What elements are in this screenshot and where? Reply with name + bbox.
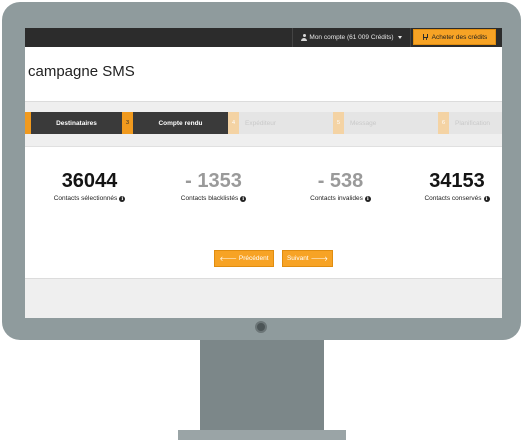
step-label: Expéditeur — [245, 119, 277, 127]
stat-label: Contacts invalides — [310, 195, 363, 202]
stat-label-row: Contacts sélectionnés i — [42, 195, 137, 202]
step-compte-rendu[interactable]: Compte rendu — [133, 112, 228, 134]
monitor-stand — [200, 340, 324, 432]
stats-panel: 36044 Contacts sélectionnés i - 1353 Con… — [25, 146, 502, 241]
stat-label-row: Contacts invalides i — [293, 195, 388, 202]
caret-down-icon — [397, 36, 402, 39]
footer-area — [25, 279, 502, 318]
step-number-3: 3 — [122, 112, 133, 134]
previous-label: Précédent — [238, 255, 269, 262]
step-number-6: 6 — [438, 112, 449, 134]
step-planification[interactable]: Planification — [449, 112, 502, 134]
arrow-right-icon: 🡒 — [310, 255, 329, 263]
buy-credits-button[interactable]: Acheter des crédits — [413, 29, 496, 45]
stat-selected: 36044 Contacts sélectionnés i — [42, 169, 137, 202]
arrow-left-icon: 🡐 — [219, 255, 237, 263]
step-number-5: 5 — [333, 112, 344, 134]
info-icon[interactable]: i — [119, 195, 126, 202]
stat-blacklisted: - 1353 Contacts blacklistés i — [166, 169, 261, 202]
step-label: Planification — [455, 119, 491, 127]
stat-label: Contacts blacklistés — [180, 195, 239, 202]
title-area: campagne SMS — [25, 47, 502, 102]
info-icon[interactable]: i — [240, 195, 247, 202]
cart-icon — [422, 34, 429, 40]
stat-value: - 1353 — [185, 170, 242, 192]
stat-label: Contacts sélectionnés — [53, 195, 118, 202]
stat-kept: 34153 Contacts conservés i — [412, 169, 502, 202]
step-message[interactable]: Message — [344, 112, 438, 134]
account-label: Mon compte (61 009 Crédits) — [309, 34, 394, 41]
top-bar: Mon compte (61 009 Crédits) Acheter des … — [25, 28, 502, 47]
stat-value: 36044 — [61, 170, 118, 192]
next-label: Suivant — [286, 255, 309, 262]
previous-button[interactable]: 🡐 Précédent — [214, 250, 274, 267]
stat-value: 34153 — [429, 170, 485, 192]
steps-wizard: Destinataires 3 Compte rendu 4 Expéditeu… — [25, 112, 502, 134]
step-number-4: 4 — [228, 112, 239, 134]
monitor-screen: Mon compte (61 009 Crédits) Acheter des … — [25, 28, 502, 318]
page-title: campagne SMS — [28, 63, 135, 80]
account-menu[interactable]: Mon compte (61 009 Crédits) — [292, 28, 411, 47]
stat-invalid: - 538 Contacts invalides i — [293, 169, 388, 202]
monitor-base — [178, 430, 346, 440]
stat-label: Contacts conservés — [424, 195, 482, 202]
info-icon[interactable]: i — [483, 195, 490, 202]
step-destinataires[interactable]: Destinataires — [31, 112, 122, 134]
next-button[interactable]: Suivant 🡒 — [282, 250, 333, 267]
step-label: Message — [350, 119, 377, 127]
user-icon — [301, 34, 308, 41]
info-icon[interactable]: i — [364, 195, 371, 202]
stat-label-row: Contacts blacklistés i — [166, 195, 261, 202]
navigation-bar: 🡐 Précédent Suivant 🡒 — [25, 240, 502, 279]
monitor-frame: Mon compte (61 009 Crédits) Acheter des … — [2, 2, 521, 340]
step-label: Compte rendu — [158, 119, 203, 127]
step-label: Destinataires — [56, 119, 97, 127]
power-button-icon — [255, 321, 267, 333]
step-expediteur[interactable]: Expéditeur — [239, 112, 333, 134]
buy-credits-label: Acheter des crédits — [431, 33, 488, 41]
stat-value: - 538 — [317, 170, 364, 192]
stat-label-row: Contacts conservés i — [412, 195, 502, 202]
